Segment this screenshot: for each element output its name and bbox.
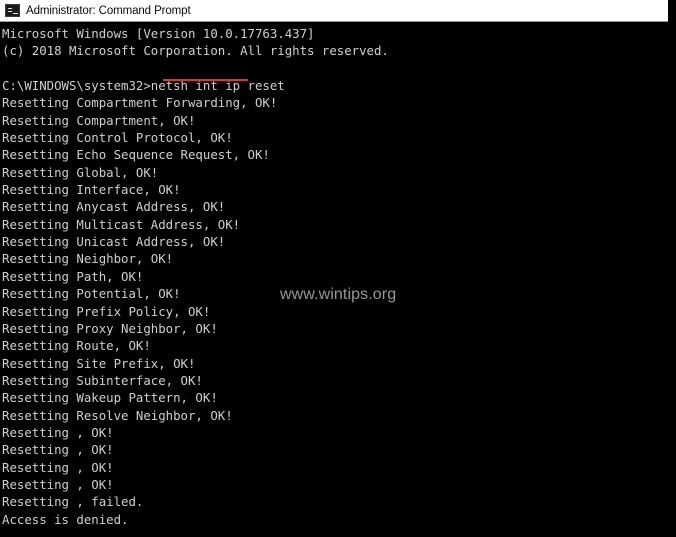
command-prompt-icon: [5, 4, 20, 17]
window-right-edge: [668, 0, 676, 537]
console-text: Microsoft Windows [Version 10.0.17763.43…: [2, 26, 389, 527]
red-underline-annotation: [163, 79, 248, 81]
command-prompt-icon-bar: [13, 13, 18, 14]
watermark-label: www.wintips.org: [280, 286, 397, 303]
window-titlebar[interactable]: Administrator: Command Prompt: [0, 0, 668, 22]
terminal-output-area[interactable]: Microsoft Windows [Version 10.0.17763.43…: [0, 23, 676, 537]
command-prompt-window: Administrator: Command Prompt Microsoft …: [0, 0, 676, 537]
window-title: Administrator: Command Prompt: [26, 4, 191, 17]
